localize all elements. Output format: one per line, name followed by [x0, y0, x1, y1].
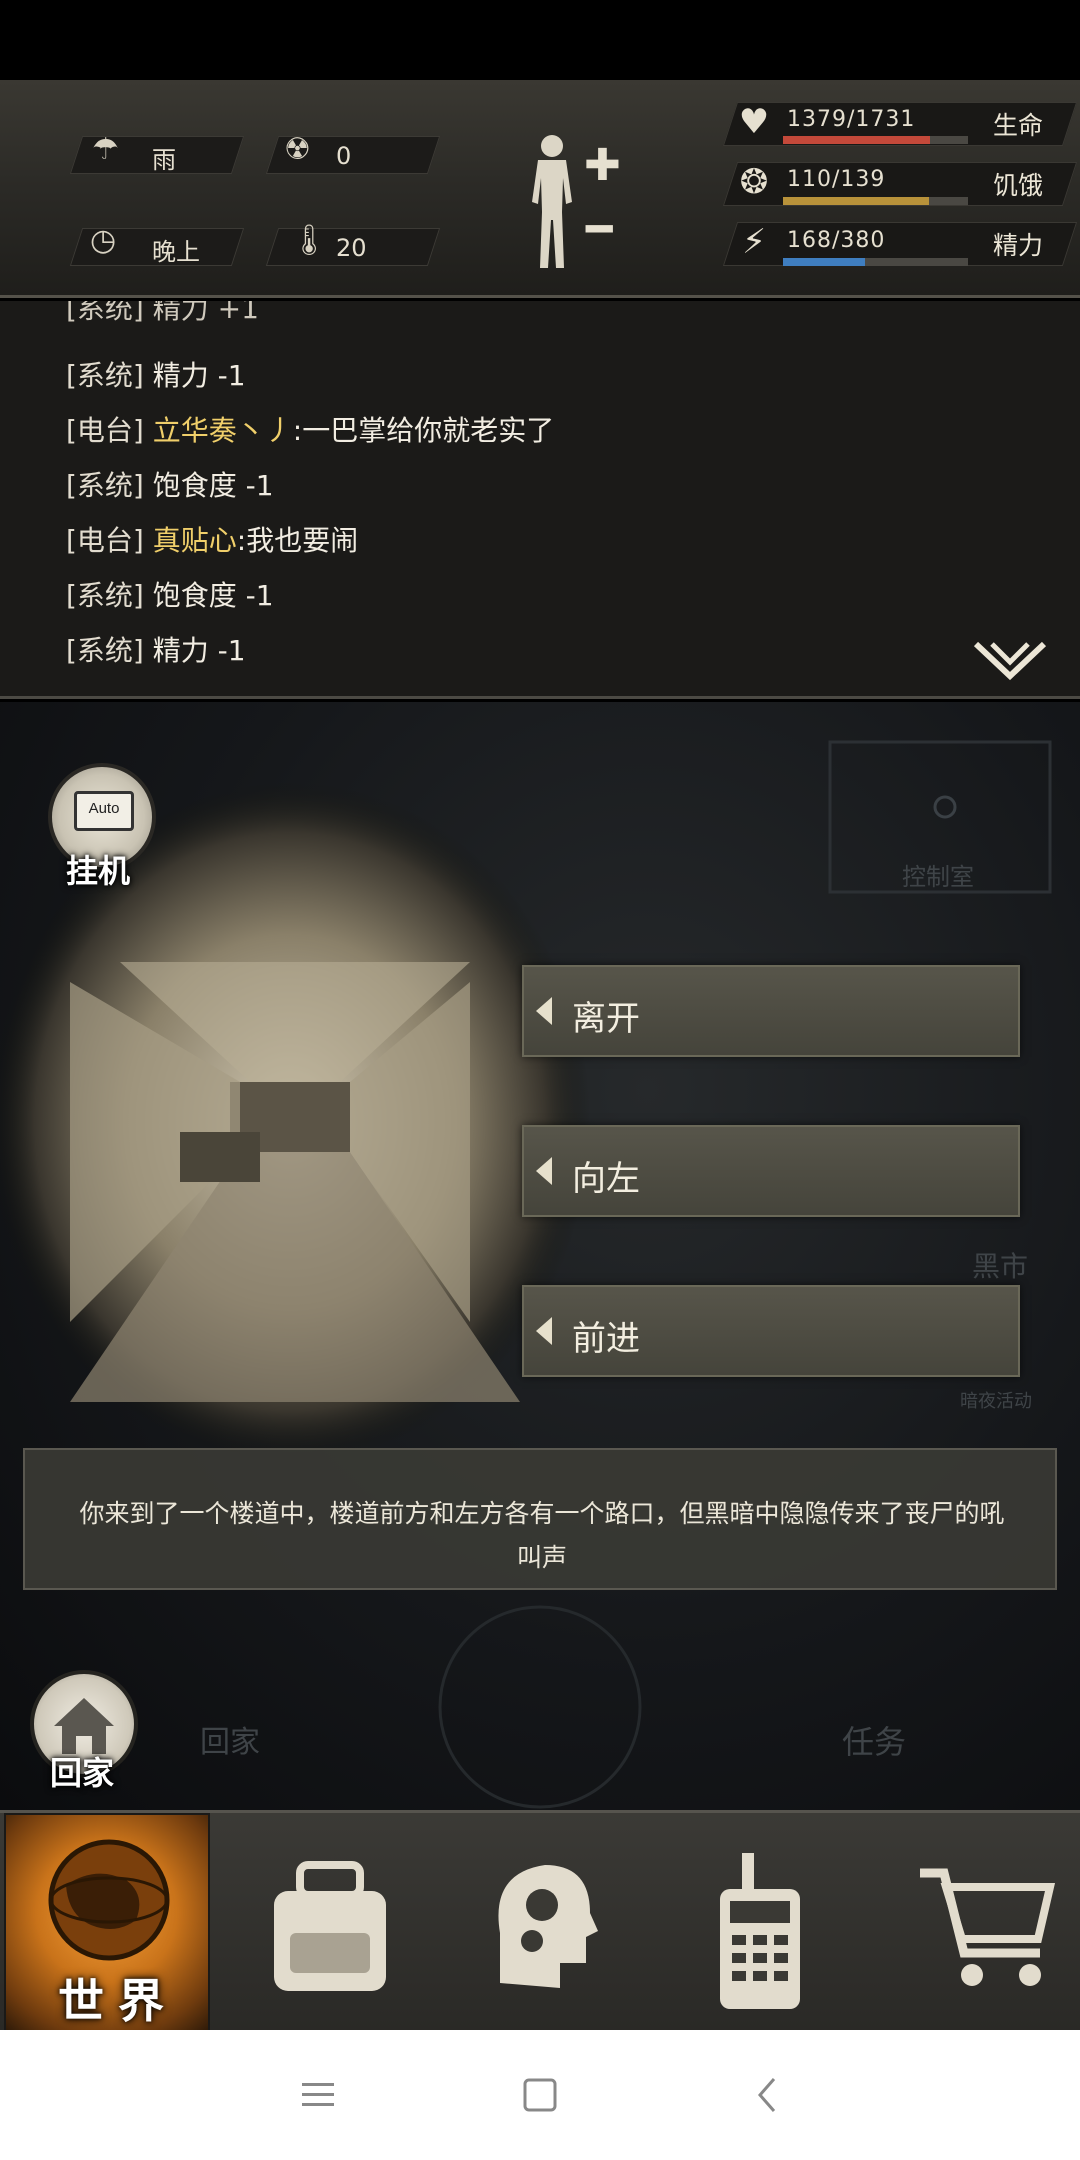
- chat-line: [系统] 饱食度 -1: [66, 574, 274, 614]
- health-bar: [783, 136, 968, 144]
- chat-channel: [系统]: [66, 579, 144, 612]
- radiation-value: 0: [336, 142, 352, 170]
- laptop-icon: Auto: [74, 791, 134, 831]
- scene-view: 控制室 黑市 暗夜活动 任务 回家: [0, 702, 1080, 1810]
- chat-channel: [电台]: [66, 414, 144, 447]
- energy-label: 精力: [993, 231, 1044, 260]
- back-icon[interactable]: [748, 2075, 788, 2115]
- radiation-icon: ☢: [284, 132, 311, 167]
- chat-line: [系统] 饱食度 -1: [66, 464, 274, 504]
- nav-skills-tab[interactable]: [460, 1813, 620, 2033]
- menu-icon[interactable]: [298, 2075, 338, 2115]
- chat-message: :我也要闹: [236, 524, 359, 557]
- chat-log[interactable]: [系统] 精力 +1 [系统] 精力 -1 [电台] 立华奏丶丿:一巴掌给你就老…: [0, 301, 1080, 699]
- auto-icon-text: Auto: [88, 800, 120, 817]
- chat-line: [电台] 立华奏丶丿:一巴掌给你就老实了: [66, 409, 554, 449]
- control-room-label[interactable]: 控制室: [902, 857, 974, 892]
- heart-pulse-icon: ♥: [738, 102, 770, 142]
- chat-message: 饱食度 -1: [152, 469, 274, 502]
- cart-icon: [920, 1868, 1056, 1986]
- nav-backpack-tab[interactable]: [240, 1813, 420, 2033]
- weather-label: 雨: [152, 146, 176, 174]
- stomach-icon: ❂: [739, 162, 769, 202]
- home-square-icon[interactable]: [520, 2075, 560, 2115]
- radio-icon: [720, 1853, 800, 2009]
- nav-radio-tab[interactable]: [690, 1813, 830, 2033]
- choice-label: 离开: [572, 999, 640, 1039]
- hud: ☂ 雨 ☢ 0 ◷ 晚上 🌡 20 ✚ ━ ♥ 1379/1731 生命 ❂ 1…: [0, 80, 1080, 298]
- chat-channel: [系统]: [66, 469, 144, 502]
- narration-box: 你来到了一个楼道中，楼道前方和左方各有一个路口，但黑暗中隐隐传来了丧尸的吼叫声: [23, 1448, 1057, 1590]
- system-nav-bar: [0, 2030, 1080, 2160]
- energy-bar: [783, 258, 968, 266]
- choice-left-button[interactable]: 向左: [522, 1125, 1020, 1217]
- narration-text: 你来到了一个楼道中，楼道前方和左方各有一个路口，但黑暗中隐隐传来了丧尸的吼叫声: [79, 1499, 1005, 1572]
- chat-sender[interactable]: 真贴心: [153, 524, 237, 557]
- skills-head-icon: [498, 1865, 598, 1988]
- globe-icon: [48, 1839, 170, 1961]
- energy-head-icon: ⚡: [742, 222, 766, 262]
- chat-partial-line: [系统] 精力 +1: [66, 301, 259, 325]
- bottom-nav: 世界: [0, 1810, 1080, 2033]
- home-dim-label[interactable]: 回家: [200, 1717, 260, 1761]
- nav-shop-tab[interactable]: [900, 1813, 1070, 2033]
- minus-icon[interactable]: ━: [586, 204, 613, 255]
- energy-value: 168/380: [787, 228, 886, 253]
- black-market-label[interactable]: 黑市: [972, 1245, 1028, 1285]
- chat-line: [电台] 真贴心:我也要闹: [66, 519, 358, 559]
- hunger-value: 110/139: [787, 167, 886, 192]
- arrow-left-icon: [536, 1317, 552, 1345]
- chat-message: 精力 -1: [152, 634, 246, 667]
- event-label[interactable]: 暗夜活动: [960, 1387, 1032, 1413]
- home-label[interactable]: 回家: [50, 1748, 114, 1794]
- choice-forward-button[interactable]: 前进: [522, 1285, 1020, 1377]
- chat-channel: [系统]: [66, 359, 144, 392]
- backpack-icon: [274, 1861, 386, 1991]
- chat-line: [系统] 精力 -1: [66, 354, 246, 394]
- nav-world-label: 世界: [58, 1974, 178, 2028]
- chat-channel: [系统]: [66, 634, 144, 667]
- auto-play-label[interactable]: 挂机: [66, 846, 130, 892]
- temperature-value: 20: [336, 234, 367, 262]
- body-status-icon[interactable]: [522, 132, 582, 272]
- status-bar: [0, 0, 1080, 80]
- arrow-left-icon: [536, 997, 552, 1025]
- choice-leave-button[interactable]: 离开: [522, 965, 1020, 1057]
- chat-message: 饱食度 -1: [152, 579, 274, 612]
- health-label: 生命: [993, 111, 1044, 140]
- thermometer-icon: 🌡: [290, 223, 329, 258]
- health-value: 1379/1731: [787, 107, 916, 132]
- chat-sender[interactable]: 立华奏丶丿: [153, 414, 293, 447]
- chat-message: :一巴掌给你就老实了: [292, 414, 555, 447]
- arrow-left-icon: [536, 1157, 552, 1185]
- chat-line: [系统] 精力 -1: [66, 629, 246, 669]
- time-label: 晚上: [152, 238, 200, 266]
- choice-label: 前进: [572, 1319, 640, 1359]
- clock-icon: ◷: [90, 223, 117, 258]
- rain-cloud-icon: ☂: [92, 132, 119, 167]
- chevron-down-icon[interactable]: [970, 636, 1050, 686]
- hunger-bar: [783, 197, 968, 205]
- hunger-label: 饥饿: [993, 171, 1044, 200]
- plus-icon[interactable]: ✚: [584, 140, 621, 191]
- nav-world-tab[interactable]: 世界: [4, 1813, 210, 2033]
- chat-message: 精力 -1: [152, 359, 246, 392]
- chat-channel: [电台]: [66, 524, 144, 557]
- choice-label: 向左: [572, 1159, 640, 1199]
- task-label[interactable]: 任务: [842, 1717, 906, 1763]
